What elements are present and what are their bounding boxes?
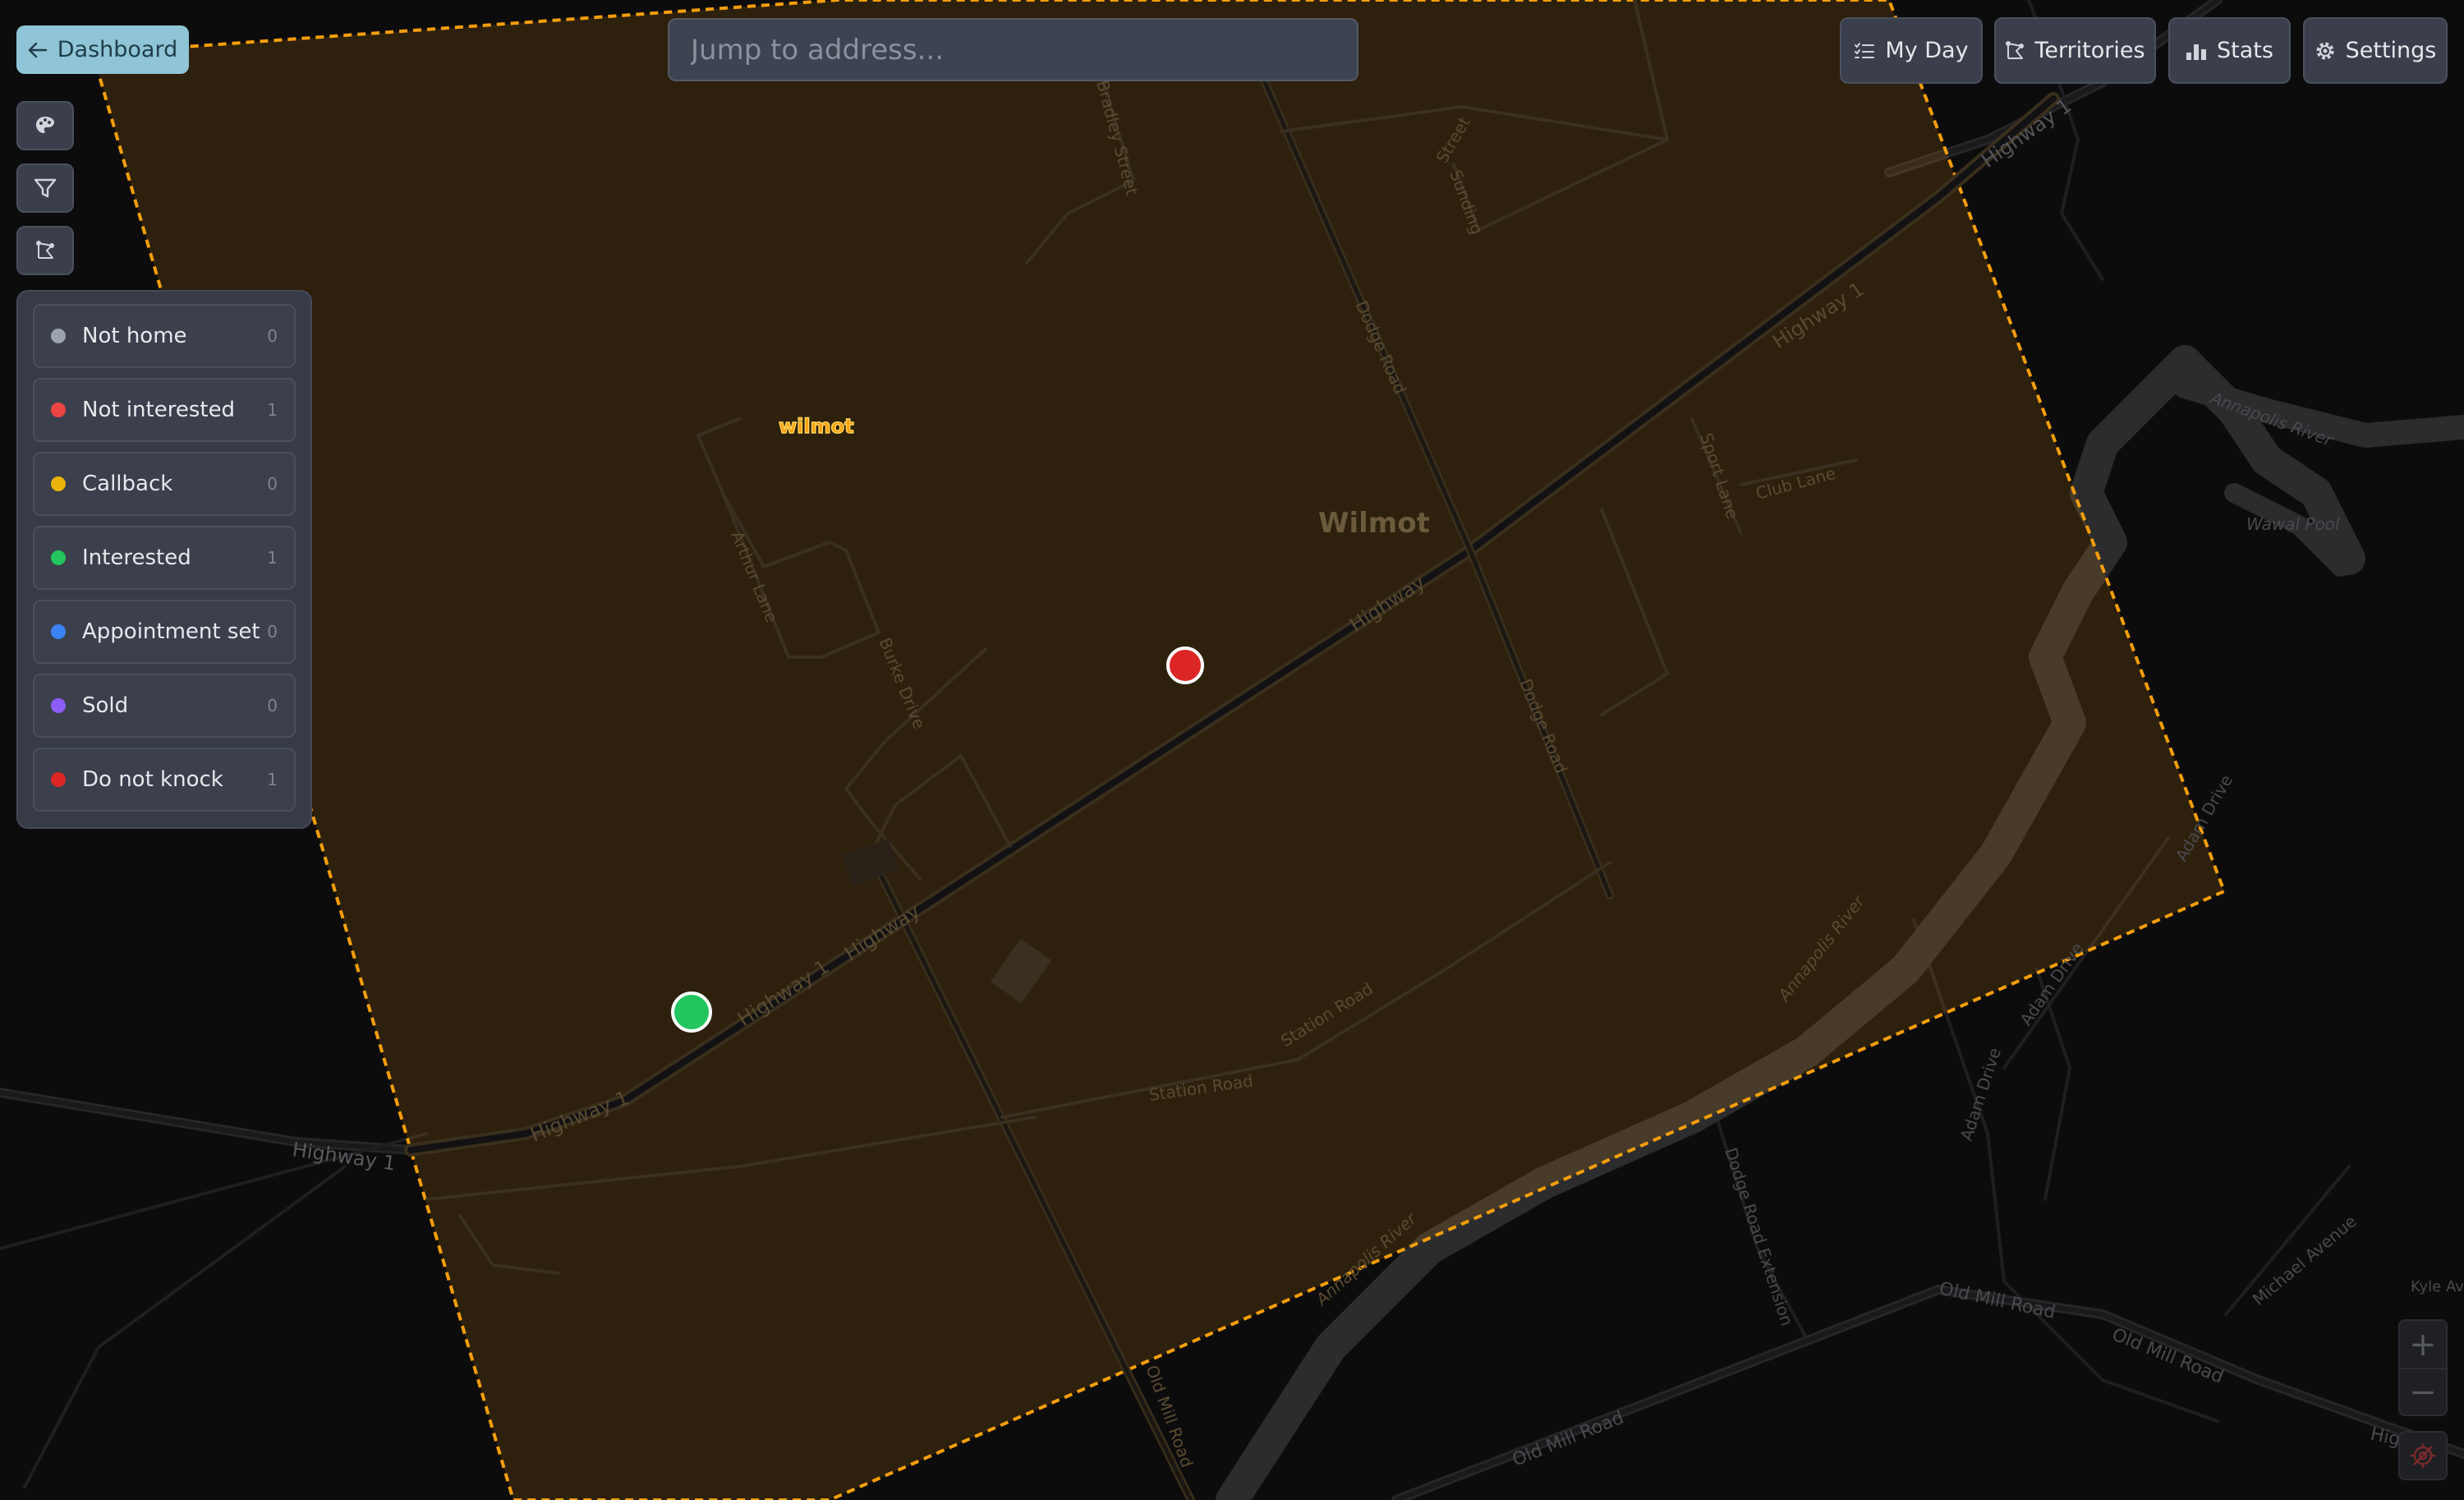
territories-label: Territories — [2034, 38, 2145, 63]
map-style-button[interactable] — [16, 101, 74, 150]
settings-label: Settings — [2345, 38, 2437, 63]
legend-count: 0 — [267, 696, 278, 715]
territory-draw-button[interactable] — [16, 226, 74, 275]
status-legend: Not home 0 Not interested 1 Callback 0 I… — [16, 290, 312, 829]
legend-label: Callback — [82, 472, 173, 496]
legend-item-interested[interactable]: Interested 1 — [33, 526, 296, 590]
legend-label: Appointment set — [82, 619, 260, 644]
legend-item-callback[interactable]: Callback 0 — [33, 452, 296, 516]
territories-button[interactable]: Territories — [1994, 17, 2156, 84]
legend-label: Interested — [82, 545, 191, 570]
filter-icon — [34, 177, 57, 199]
bar-chart-icon — [2186, 41, 2207, 61]
legend-label: Not interested — [82, 398, 236, 422]
list-check-icon — [1854, 42, 1875, 60]
legend-count: 1 — [267, 400, 278, 420]
place-label: Wilmot — [1318, 507, 1430, 540]
my-day-button[interactable]: My Day — [1840, 17, 1983, 84]
legend-item-do-not-knock[interactable]: Do not knock 1 — [33, 748, 296, 812]
legend-item-appointment-set[interactable]: Appointment set 0 — [33, 600, 296, 664]
zoom-in-button[interactable]: + — [2400, 1321, 2446, 1368]
status-dot — [51, 624, 66, 639]
legend-count: 0 — [267, 326, 278, 346]
polygon-icon — [2005, 40, 2025, 61]
status-dot — [51, 550, 66, 565]
legend-label: Sold — [82, 693, 129, 718]
pin-not-interested[interactable] — [1166, 646, 1204, 684]
svg-text:Wawal Pool: Wawal Pool — [2246, 514, 2340, 534]
arrow-left-icon — [28, 42, 48, 58]
gear-icon — [2315, 40, 2336, 62]
legend-item-not-interested[interactable]: Not interested 1 — [33, 378, 296, 442]
stats-label: Stats — [2217, 38, 2273, 63]
legend-item-sold[interactable]: Sold 0 — [33, 674, 296, 738]
filter-button[interactable] — [16, 163, 74, 213]
legend-label: Do not knock — [82, 767, 223, 792]
zoom-out-button[interactable]: − — [2400, 1368, 2446, 1415]
status-dot — [51, 476, 66, 491]
legend-count: 1 — [267, 548, 278, 568]
my-day-label: My Day — [1885, 38, 1969, 63]
pin-interested[interactable] — [671, 992, 712, 1033]
legend-count: 0 — [267, 622, 278, 642]
address-search-input[interactable] — [668, 18, 1358, 81]
locate-disabled-icon — [2409, 1442, 2437, 1470]
legend-label: Not home — [82, 324, 187, 348]
status-dot — [51, 698, 66, 713]
status-dot — [51, 772, 66, 787]
status-dot — [51, 403, 66, 417]
settings-button[interactable]: Settings — [2303, 17, 2448, 84]
legend-count: 0 — [267, 474, 278, 494]
svg-text:Kyle Av: Kyle Av — [2411, 1278, 2464, 1295]
legend-count: 1 — [267, 770, 278, 789]
zoom-control: + − — [2398, 1319, 2448, 1416]
locate-button[interactable] — [2398, 1431, 2448, 1480]
legend-item-not-home[interactable]: Not home 0 — [33, 304, 296, 368]
dashboard-label: Dashboard — [57, 37, 178, 62]
territory-draw-icon — [35, 241, 55, 260]
map-style-icon — [34, 114, 57, 137]
dashboard-back-button[interactable]: Dashboard — [16, 25, 189, 74]
status-dot — [51, 329, 66, 343]
stats-button[interactable]: Stats — [2168, 17, 2291, 84]
territory-name-label[interactable]: wilmot — [778, 414, 854, 439]
map-canvas[interactable]: Highway 1 Highway 1 Highway 1 Highway Hi… — [0, 0, 2464, 1500]
